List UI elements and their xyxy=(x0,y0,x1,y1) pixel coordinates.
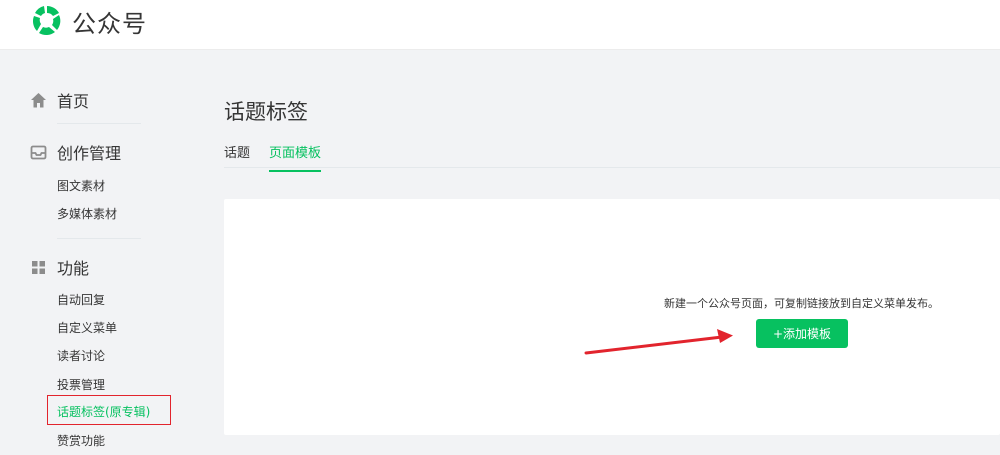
sidebar-item-multimedia-material[interactable]: 多媒体素材 xyxy=(57,205,117,222)
template-empty-panel xyxy=(224,199,1000,435)
sidebar-divider xyxy=(57,238,141,239)
inbox-icon xyxy=(30,144,47,161)
sidebar-group-label: 功能 xyxy=(57,259,90,278)
home-icon xyxy=(30,92,47,109)
empty-state-hint: 新建一个公众号页面，可复制链接放到自定义菜单发布。 xyxy=(664,297,939,310)
sidebar-item-image-text-material[interactable]: 图文素材 xyxy=(57,177,105,194)
sidebar-group-label: 创作管理 xyxy=(57,144,122,163)
brand-title: 公众号 xyxy=(72,10,147,38)
sidebar-group-features[interactable]: 功能 xyxy=(30,255,89,279)
tab-divider xyxy=(224,167,1000,168)
sidebar-item-reader-discussion[interactable]: 读者讨论 xyxy=(57,347,105,364)
wechat-mp-logo-icon xyxy=(32,6,61,36)
sidebar-divider xyxy=(57,123,141,124)
sidebar-item-auto-reply[interactable]: 自动回复 xyxy=(57,291,105,308)
sidebar-group-creation[interactable]: 创作管理 xyxy=(30,140,121,164)
sidebar-item-home[interactable]: 首页 xyxy=(30,88,89,112)
sidebar-item-custom-menu[interactable]: 自定义菜单 xyxy=(57,319,117,336)
annotation-arrow-icon xyxy=(584,329,733,355)
page-title: 话题标签 xyxy=(224,100,308,124)
grid-icon xyxy=(30,259,47,276)
top-bar: 公众号 xyxy=(0,0,1000,50)
annotation-highlight-box xyxy=(47,395,171,425)
sidebar-item-vote-management[interactable]: 投票管理 xyxy=(57,376,105,393)
add-template-button[interactable]: +添加模板 xyxy=(756,319,848,348)
sidebar-item-label: 首页 xyxy=(57,92,90,111)
sidebar-item-reward[interactable]: 赞赏功能 xyxy=(57,432,105,449)
